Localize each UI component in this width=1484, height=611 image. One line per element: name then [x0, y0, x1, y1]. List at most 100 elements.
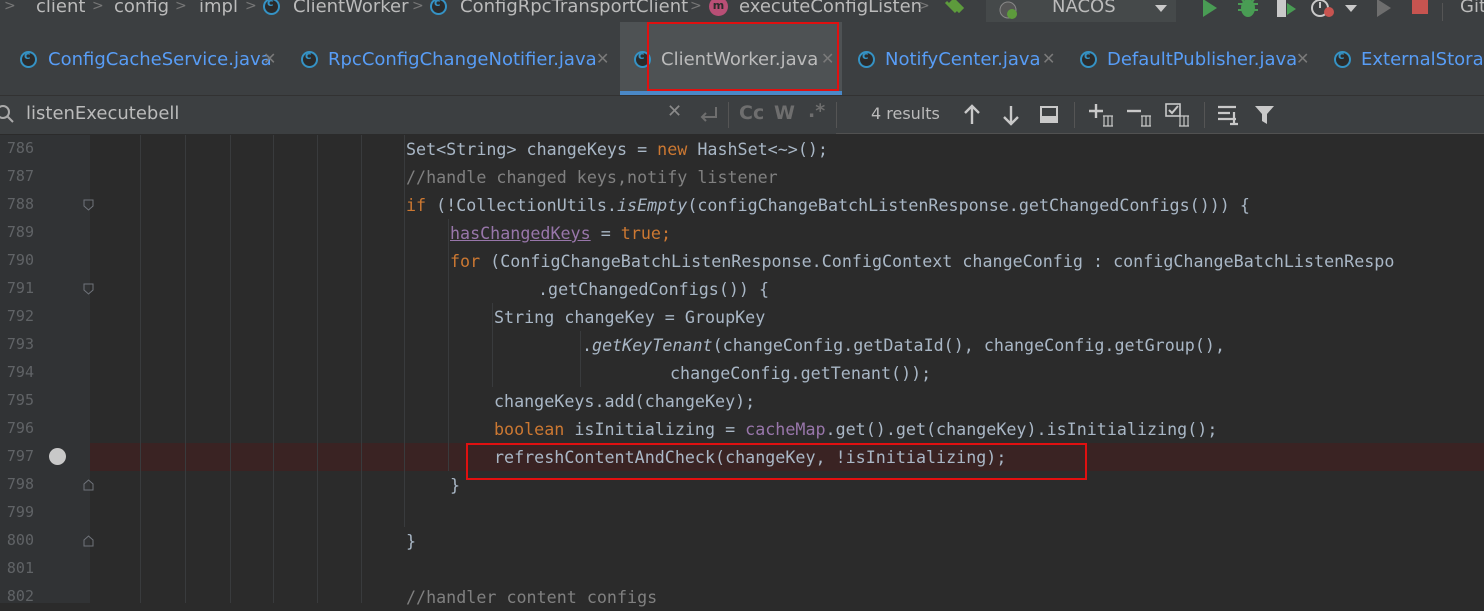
run-config-icon	[999, 1, 1017, 19]
code-token: (!CollectionUtils.	[426, 195, 617, 215]
breadcrumb-configrpctransportclient[interactable]: ConfigRpcTransportClient	[460, 0, 688, 17]
tab-label: DefaultPublisher.java	[1107, 49, 1298, 70]
remove-occurrence-icon[interactable]	[1126, 102, 1154, 128]
code-line-802: //handler content configs	[406, 587, 658, 607]
code-keyword: if	[406, 195, 427, 215]
whole-words-toggle[interactable]: W	[774, 102, 795, 124]
code-token: ;	[660, 223, 672, 243]
filter-icon[interactable]	[1254, 104, 1276, 126]
class-icon	[430, 0, 447, 15]
clear-search-icon[interactable]: ✕	[667, 101, 682, 122]
code-field: hasChangedKeys	[450, 223, 591, 243]
code-line-790: for (ConfigChangeBatchListenResponse.Con…	[450, 247, 1394, 275]
code-token: =	[590, 223, 621, 243]
class-icon	[263, 0, 280, 15]
class-icon	[858, 49, 875, 68]
code-editor[interactable]: 786 787 788 789 790 791 792 793 794 795 …	[0, 135, 1484, 607]
chevron-right-icon: >	[92, 0, 104, 14]
breadcrumb-executeconfiglisten[interactable]: executeConfigListen	[739, 0, 922, 17]
add-occurrence-icon[interactable]	[1088, 102, 1116, 128]
code-token: .get().get(changeKey).isInitializing();	[825, 419, 1218, 439]
arrow-up-icon[interactable]	[962, 104, 982, 126]
navigation-bar: > client > config > impl > ClientWorker …	[0, 0, 1484, 22]
breadcrumb-clientworker[interactable]: ClientWorker	[293, 0, 409, 17]
toolbar-divider	[1442, 3, 1443, 21]
tab-notifycenter[interactable]: NotifyCenter.java ✕	[842, 22, 1064, 95]
search-query: listenExecutebell	[26, 103, 180, 124]
code-token: (changeConfig.getDataId(), changeConfig.…	[712, 335, 1225, 355]
code-line-788: if (!CollectionUtils.isEmpty(configChang…	[406, 191, 1250, 219]
code-token: (ConfigChangeBatchListenResponse.ConfigC…	[480, 251, 1395, 271]
close-icon[interactable]: ✕	[1296, 49, 1309, 68]
tab-configcacheservice[interactable]: ConfigCacheService.java ✕	[0, 22, 283, 95]
open-in-window-icon[interactable]	[1039, 104, 1061, 126]
tab-label: NotifyCenter.java	[885, 49, 1041, 70]
breadcrumb-client[interactable]: client	[36, 0, 85, 17]
attach-run-icon[interactable]	[1374, 0, 1394, 18]
code-line-795: changeKeys.add(changeKey);	[494, 391, 756, 411]
method-icon: m	[709, 0, 728, 16]
tab-label: ExternalStorag	[1361, 49, 1484, 70]
close-icon[interactable]: ✕	[263, 49, 276, 68]
code-line-794: changeConfig.getTenant());	[670, 363, 932, 383]
tab-externalstorage[interactable]: ExternalStorag	[1316, 22, 1484, 95]
code-token: isInitializing =	[564, 419, 746, 439]
close-icon[interactable]: ✕	[1042, 49, 1055, 68]
build-hammer-icon[interactable]	[942, 0, 968, 18]
code-token: Set<String> changeKeys =	[406, 139, 658, 159]
chevron-right-icon: >	[245, 0, 257, 14]
chevron-right-icon: >	[175, 0, 187, 14]
find-bar: listenExecutebell ✕ Cc W .* 4 results	[0, 95, 1484, 134]
chevron-right-icon: >	[690, 0, 702, 14]
search-input[interactable]: listenExecutebell ✕ Cc W .*	[0, 96, 836, 134]
code-token: HashSet<~>();	[687, 139, 828, 159]
match-case-toggle[interactable]: Cc	[739, 102, 764, 124]
debug-icon[interactable]	[1236, 0, 1260, 20]
breadcrumb-impl[interactable]: impl	[199, 0, 238, 17]
class-icon	[1334, 49, 1351, 68]
tab-rpcconfigchangenotifier[interactable]: RpcConfigChangeNotifier.java ✕	[283, 22, 620, 95]
code-keyword: for	[450, 251, 481, 271]
code-static-method: getKeyTenant	[592, 335, 713, 355]
chevron-right-icon: >	[4, 0, 16, 14]
tab-defaultpublisher[interactable]: DefaultPublisher.java ✕	[1064, 22, 1316, 95]
code-keyword: boolean	[494, 419, 565, 439]
annotation-highlight-box	[466, 443, 1087, 480]
code-keyword: new	[657, 139, 688, 159]
profile-icon[interactable]	[1310, 0, 1336, 19]
coverage-icon[interactable]	[1274, 0, 1298, 19]
arrow-down-icon[interactable]	[1001, 104, 1021, 126]
code-line-796: boolean isInitializing = cacheMap.get().…	[494, 415, 1217, 443]
code-line-786: Set<String> changeKeys = new HashSet<~>(…	[406, 135, 828, 163]
code-keyword: true	[620, 223, 661, 243]
vcs-menu[interactable]: Git	[1460, 0, 1484, 17]
chevron-down-icon	[1155, 5, 1167, 12]
run-config-name: NACOS	[1052, 0, 1116, 17]
code-area[interactable]: Set<String> changeKeys = new HashSet<~>(…	[0, 135, 1484, 607]
code-token: .	[582, 335, 593, 355]
close-icon[interactable]: ✕	[596, 49, 609, 68]
search-results-count: 4 results	[871, 104, 940, 123]
filter-settings-icon[interactable]	[1216, 104, 1240, 126]
code-line-791: .getChangedConfigs()) {	[538, 279, 770, 299]
divider	[836, 102, 837, 128]
run-configuration-selector[interactable]: NACOS	[986, 0, 1176, 22]
chevron-right-icon: >	[918, 0, 930, 14]
stop-icon[interactable]	[1410, 0, 1430, 17]
code-line-800: }	[406, 531, 417, 551]
chevron-down-icon[interactable]	[1344, 4, 1358, 14]
breadcrumb-config[interactable]: config	[114, 0, 169, 17]
class-icon	[20, 49, 37, 68]
chevron-right-icon: >	[412, 0, 424, 14]
new-line-icon[interactable]	[698, 105, 720, 125]
tab-label: ConfigCacheService.java	[48, 49, 272, 70]
code-line-792: String changeKey = GroupKey	[494, 307, 766, 327]
regex-toggle[interactable]: .*	[808, 100, 825, 122]
run-icon[interactable]	[1200, 0, 1220, 18]
code-line-787: //handle changed keys,notify listener	[406, 167, 778, 187]
code-line-798: }	[450, 475, 461, 495]
class-icon	[1080, 49, 1097, 68]
select-all-occurrences-icon[interactable]	[1164, 102, 1192, 128]
code-line-793: .getKeyTenant(changeConfig.getDataId(), …	[582, 331, 1225, 359]
code-static-method: isEmpty	[616, 195, 688, 215]
